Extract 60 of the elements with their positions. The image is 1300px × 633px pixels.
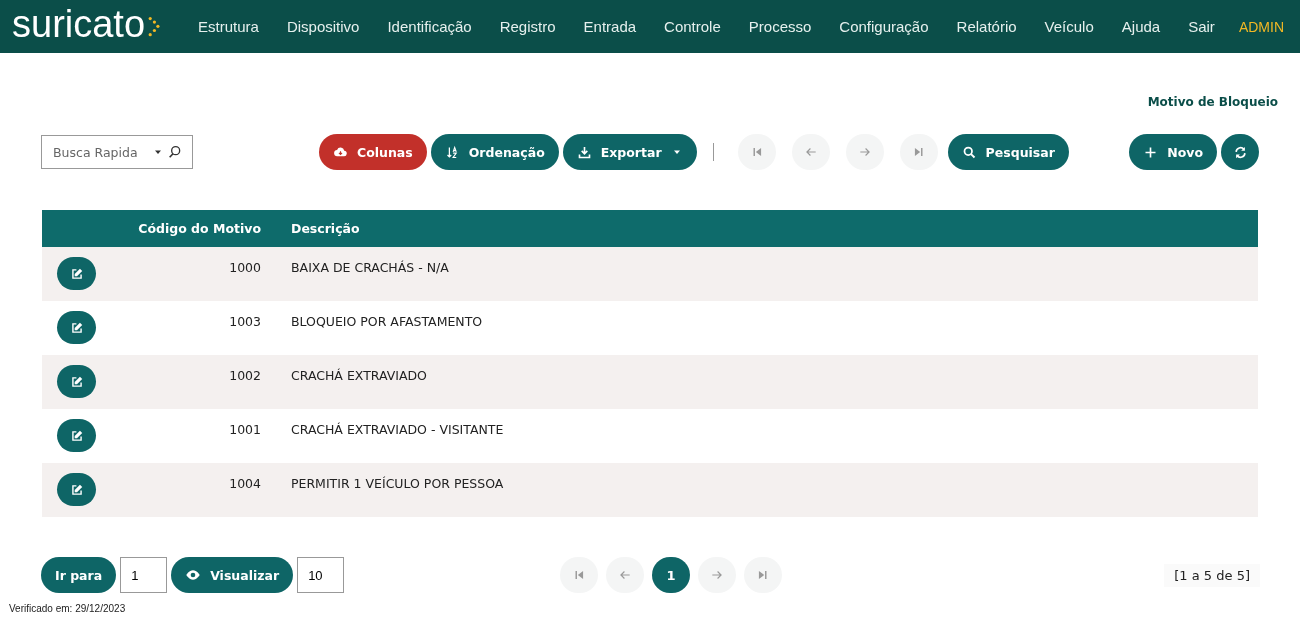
nav-menu-item[interactable]: Configuração [825,18,943,35]
column-header: Descrição [290,221,360,236]
search-button[interactable]: Pesquisar [947,134,1069,170]
search-icon [167,144,183,160]
table-cell: 1004 [229,476,261,491]
eye-icon [185,567,202,583]
table-cell: BLOQUEIO POR AFASTAMENTO [291,314,483,329]
nav-menu-item[interactable]: Sair [1174,18,1229,35]
export-button[interactable]: Exportar [562,134,697,170]
view-button[interactable]: Visualizar [171,557,294,593]
edit-icon [69,266,84,281]
sort-button[interactable]: Ordenação [430,134,559,170]
logo-dots-icon [146,15,161,38]
quick-search-field[interactable]: Busca Rapida [41,135,193,169]
nav-menu-item[interactable]: Controle [650,18,735,35]
nav-menu-item[interactable]: Relatório [942,18,1031,35]
edit-button[interactable] [57,257,96,290]
table-cell: 1003 [229,314,261,329]
page-title: Motivo de Bloqueio [1147,95,1278,109]
edit-button[interactable] [57,473,96,506]
edit-icon [69,428,84,443]
table-cell: BAIXA DE CRACHÁS - N/A [291,260,449,275]
arrow-left-icon [618,568,633,582]
nav-menu-item[interactable]: Estrutura [184,18,273,35]
table-cell: PERMITIR 1 VEÍCULO POR PESSOA [291,476,504,491]
nav-menu-item[interactable]: Processo [734,18,826,35]
table-cell: CRACHÁ EXTRAVIADO [291,368,427,383]
edit-icon [69,482,84,497]
edit-icon [69,374,84,389]
verified-date: Verificado em: 29/12/2023 [8,602,127,614]
columns-button[interactable]: Colunas [319,134,427,170]
table-cell: 1002 [229,368,261,383]
sort-icon [444,144,460,160]
refresh-button[interactable] [1221,134,1259,170]
nav-menu-item[interactable]: Ajuda [1107,18,1175,35]
search-icon [961,144,977,160]
table-cell: 1001 [229,422,261,437]
nav-menu-item[interactable]: Entrada [569,18,651,35]
logo-text: suricato [12,4,146,43]
nav-menu-item[interactable]: Dispositivo [272,18,374,35]
download-icon [576,144,592,160]
user-menu[interactable]: ADMIN [1238,18,1284,35]
page-button[interactable]: 1 [652,557,691,593]
nav-menu-item[interactable]: Registro [485,18,570,35]
page-size-field[interactable]: 10 [297,557,345,593]
edit-icon [69,320,84,335]
edit-button[interactable] [57,365,96,398]
edit-button[interactable] [57,311,96,344]
nav-menu-item[interactable]: Identificação [373,18,486,35]
column-header: Código do Motivo [137,221,261,236]
record-count: [1 a 5 de 5] [1164,563,1260,587]
go-to-button[interactable]: Ir para [41,557,117,593]
new-button[interactable]: Novo [1129,134,1217,170]
refresh-icon [1232,144,1248,160]
table-cell: 1000 [229,260,261,275]
nav-menu-item[interactable]: Veículo [1030,18,1108,35]
page-number-field[interactable]: 1 [120,557,168,593]
table-cell: CRACHÁ EXTRAVIADO - VISITANTE [291,422,504,437]
arrow-left-icon [803,145,818,159]
edit-button[interactable] [57,419,96,452]
